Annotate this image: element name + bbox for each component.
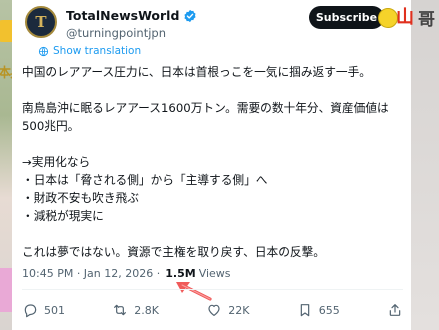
show-translation-label: Show translation bbox=[53, 45, 142, 57]
timestamp[interactable]: 10:45 PM · Jan 12, 2026 · bbox=[22, 267, 160, 280]
like-button[interactable]: 22K bbox=[206, 302, 249, 318]
like-count: 22K bbox=[228, 303, 250, 317]
background-right-strip bbox=[407, 0, 439, 330]
globe-icon bbox=[38, 46, 49, 56]
verified-badge-icon bbox=[184, 9, 196, 22]
bookmark-count: 655 bbox=[318, 303, 340, 317]
divider bbox=[22, 289, 403, 290]
bookmark-icon bbox=[300, 304, 310, 317]
tweet-text: 中国のレアアース圧力に、日本は首根っこを一気に掴み返す一手。 南鳥島沖に眠るレア… bbox=[22, 63, 408, 261]
action-bar: 501 2.8K 22K 655 bbox=[22, 298, 403, 322]
subscribe-button[interactable]: Subscribe bbox=[309, 6, 384, 29]
tweet-line: 中国のレアアース圧力に、日本は首根っこを一気に掴み返す一手。 bbox=[22, 65, 371, 79]
reply-count: 501 bbox=[44, 303, 65, 317]
heart-icon bbox=[208, 304, 220, 316]
background-partial-glyph: 哥 bbox=[418, 10, 435, 30]
repost-count: 2.8K bbox=[134, 303, 159, 317]
overlay-emoji-icon bbox=[378, 8, 398, 28]
reply-icon bbox=[24, 304, 37, 318]
tweet-line: これは夢ではない。資源で主権を取り戻す、日本の反撃。 bbox=[22, 245, 325, 259]
tweet-card: T TotalNewsWorld @turningpointjpn Subscr… bbox=[12, 0, 414, 330]
repost-icon bbox=[114, 304, 127, 316]
account-handle[interactable]: @turningpointjpn bbox=[66, 26, 166, 40]
tweet-line: 南鳥島沖に眠るレアアース1600万トン。需要の数十年分、資産価値は500兆円。 bbox=[22, 101, 389, 133]
tweet-line: ・日本は「脅される側」から「主導する側」へ bbox=[22, 173, 268, 187]
tweet-line: ・財政不安も吹き飛ぶ bbox=[22, 191, 139, 205]
avatar[interactable]: T bbox=[25, 6, 57, 38]
repost-button[interactable]: 2.8K bbox=[112, 302, 159, 318]
overlay-glyph: 山 bbox=[396, 7, 414, 28]
share-icon bbox=[389, 304, 401, 316]
name-row: TotalNewsWorld bbox=[66, 8, 197, 23]
reply-button[interactable]: 501 bbox=[22, 302, 65, 318]
show-translation-link[interactable]: Show translation bbox=[38, 45, 141, 57]
subscribe-label: Subscribe bbox=[315, 11, 378, 24]
account-name[interactable]: TotalNewsWorld bbox=[66, 8, 179, 23]
bookmark-button[interactable]: 655 bbox=[297, 302, 340, 318]
tweet-line: →実用化なら bbox=[22, 155, 91, 169]
share-button[interactable] bbox=[387, 302, 403, 318]
avatar-letter: T bbox=[35, 13, 47, 31]
tweet-line: ・減税が現実に bbox=[22, 209, 104, 223]
